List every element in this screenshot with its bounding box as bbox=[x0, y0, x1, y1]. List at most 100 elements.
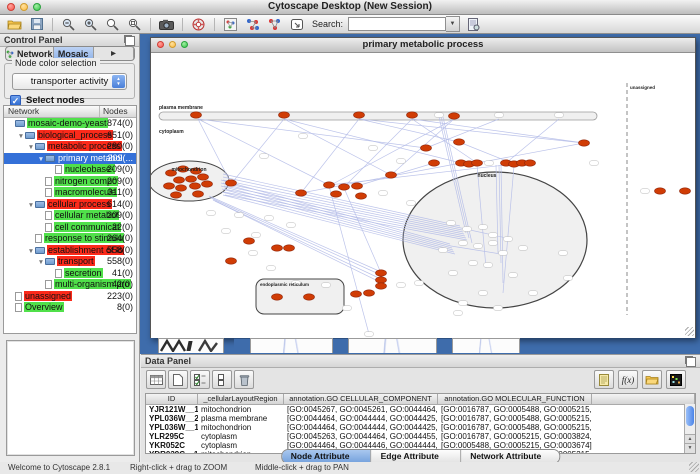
table-cell[interactable]: cytoplasm bbox=[198, 441, 284, 450]
zoom-in-icon[interactable] bbox=[82, 17, 99, 32]
table-cell[interactable]: [GO:0045267, GO:0045261, GO:0044464, G..… bbox=[284, 405, 438, 414]
network-node-unselected[interactable] bbox=[397, 283, 406, 288]
network-tree-row[interactable]: ▼establishment of lo558(0) bbox=[4, 245, 136, 257]
col-go-molecular-function[interactable]: annotation.GO MOLECULAR_FUNCTION bbox=[438, 394, 592, 404]
table-cell[interactable]: [GO:0044464, GO:0044444, GO:0044425, G..… bbox=[284, 414, 438, 423]
net-zoom-button[interactable] bbox=[181, 41, 188, 48]
network-tree-row[interactable]: response to stimulu264(0) bbox=[4, 233, 136, 245]
network-node[interactable] bbox=[164, 183, 175, 189]
background-window-fragment[interactable] bbox=[452, 338, 520, 353]
network-node[interactable] bbox=[339, 184, 350, 190]
network-node-unselected[interactable] bbox=[439, 248, 448, 253]
notes-icon[interactable] bbox=[594, 370, 614, 389]
network-edge[interactable] bbox=[198, 119, 426, 148]
network-node-unselected[interactable] bbox=[407, 201, 416, 206]
table-cell[interactable]: YDR039C__1 bbox=[146, 450, 198, 454]
network-tree-row[interactable]: mosaic-demo-yeast874(0) bbox=[4, 118, 136, 130]
network-window-titlebar[interactable]: primary metabolic process bbox=[151, 38, 695, 53]
attribute-table-row[interactable]: YJR121W__1mitochondrion[GO:0045267, GO:0… bbox=[146, 405, 695, 414]
zoom-fit-icon[interactable] bbox=[126, 17, 143, 32]
network-node-unselected[interactable] bbox=[287, 223, 296, 228]
network-node-unselected[interactable] bbox=[474, 244, 483, 249]
background-window-fragment[interactable] bbox=[234, 338, 250, 354]
network-node-unselected[interactable] bbox=[479, 291, 488, 296]
table-cell[interactable]: YPL036W__2 bbox=[146, 414, 198, 423]
table-cell[interactable]: mitochondrion bbox=[198, 423, 284, 432]
net-close-button[interactable] bbox=[157, 41, 164, 48]
network-node-unselected[interactable] bbox=[435, 113, 444, 118]
table-cell[interactable]: YPL036W__1 bbox=[146, 423, 198, 432]
select-attributes-icon[interactable] bbox=[190, 370, 210, 389]
network-node-unselected[interactable] bbox=[529, 291, 538, 296]
network-node-unselected[interactable] bbox=[235, 213, 244, 218]
network-node[interactable] bbox=[176, 185, 187, 191]
table-cell[interactable]: plasma membrane bbox=[198, 414, 284, 423]
network-node-unselected[interactable] bbox=[519, 246, 528, 251]
network-node[interactable] bbox=[454, 139, 465, 145]
network-node-unselected[interactable] bbox=[265, 216, 274, 221]
network-node-unselected[interactable] bbox=[463, 227, 472, 232]
zoom-out-icon[interactable] bbox=[60, 17, 77, 32]
network-node[interactable] bbox=[190, 183, 201, 189]
table-cell[interactable]: YKR052C bbox=[146, 441, 198, 450]
attribute-table-row[interactable]: YPL036W__1mitochondrion[GO:0044464, GO:0… bbox=[146, 423, 695, 432]
background-window-fragment[interactable] bbox=[333, 338, 348, 354]
attribute-matrix-icon[interactable] bbox=[666, 370, 686, 389]
network-node[interactable] bbox=[191, 112, 202, 118]
attribute-table-row[interactable]: YPL036W__2plasma membrane[GO:0044464, GO… bbox=[146, 414, 695, 423]
unselect-attributes-icon[interactable] bbox=[212, 370, 232, 389]
network-node-unselected[interactable] bbox=[343, 306, 352, 311]
save-icon[interactable] bbox=[28, 17, 45, 32]
network-node[interactable] bbox=[226, 258, 237, 264]
network-node-unselected[interactable] bbox=[564, 276, 573, 281]
network-tree-row[interactable]: ▼primary metabol209(... bbox=[4, 153, 136, 165]
attribute-table-row[interactable]: YLR295Ccytoplasm[GO:0045263, GO:0044464,… bbox=[146, 432, 695, 441]
network-node[interactable] bbox=[364, 290, 375, 296]
network-node[interactable] bbox=[198, 174, 209, 180]
network-node-unselected[interactable] bbox=[447, 221, 456, 226]
network-node[interactable] bbox=[324, 182, 335, 188]
node-color-dropdown[interactable]: transporter activity ▲▼ bbox=[12, 73, 127, 90]
network-edge[interactable] bbox=[344, 188, 381, 273]
network-node[interactable] bbox=[284, 245, 295, 251]
nucleus-region[interactable] bbox=[403, 172, 587, 308]
table-cell[interactable]: [GO:0044464, GO:0044444, GO:0044425, G..… bbox=[284, 423, 438, 432]
network-window-resize-grip[interactable] bbox=[685, 327, 694, 336]
network-tree-row[interactable]: ▼metabolic process280(0) bbox=[4, 141, 136, 153]
network-tree-row[interactable]: ▼cellular process614(0) bbox=[4, 199, 136, 211]
table-cell[interactable]: [GO:0016787, GO:0005488, GO:0005215, G..… bbox=[438, 405, 592, 414]
network-tree-row[interactable]: Overview8(0) bbox=[4, 302, 136, 314]
network-node-unselected[interactable] bbox=[484, 263, 493, 268]
network-node[interactable] bbox=[272, 245, 283, 251]
zoom-window-button[interactable] bbox=[33, 3, 41, 11]
function-builder-icon[interactable]: f(x) bbox=[618, 370, 638, 389]
network-node-unselected[interactable] bbox=[267, 266, 276, 271]
network-tree-row[interactable]: cellular metabol209(0) bbox=[4, 210, 136, 222]
help-ring-icon[interactable] bbox=[190, 17, 207, 32]
network-node[interactable] bbox=[279, 112, 290, 118]
network-node[interactable] bbox=[331, 191, 342, 197]
network-node-unselected[interactable] bbox=[222, 229, 231, 234]
table-scrollbar[interactable]: ▲ ▼ bbox=[684, 404, 695, 453]
network-node-unselected[interactable] bbox=[469, 261, 478, 266]
network-node-unselected[interactable] bbox=[449, 271, 458, 276]
network-edge[interactable] bbox=[412, 119, 584, 143]
attribute-table-icon[interactable] bbox=[146, 370, 166, 389]
select-nodes-checkbox[interactable]: ✓ bbox=[10, 95, 21, 106]
col-go-cellular-component[interactable]: annotation.GO CELLULAR_COMPONENT bbox=[284, 394, 438, 404]
network-node-unselected[interactable] bbox=[509, 273, 518, 278]
network-node[interactable] bbox=[449, 113, 460, 119]
network-node-unselected[interactable] bbox=[299, 134, 308, 139]
network-node-unselected[interactable] bbox=[504, 237, 513, 242]
search-options-icon[interactable] bbox=[465, 17, 482, 32]
network-node[interactable] bbox=[186, 176, 197, 182]
network-node[interactable] bbox=[304, 294, 315, 300]
network-node-unselected[interactable] bbox=[252, 233, 261, 238]
network-node[interactable] bbox=[525, 160, 536, 166]
app-resize-grip[interactable] bbox=[689, 462, 699, 472]
plasma-membrane-region[interactable] bbox=[159, 112, 597, 120]
network-node[interactable] bbox=[272, 294, 283, 300]
network-edge[interactable] bbox=[213, 200, 381, 279]
network-node-unselected[interactable] bbox=[559, 251, 568, 256]
network-node[interactable] bbox=[354, 112, 365, 118]
